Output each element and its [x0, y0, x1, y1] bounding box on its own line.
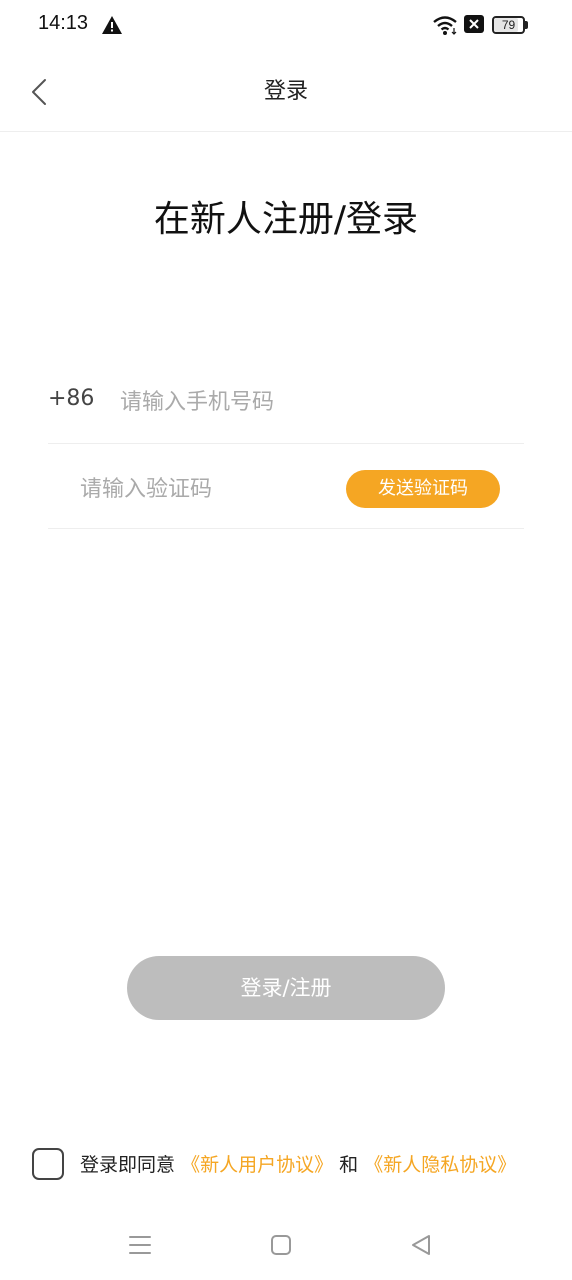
header: 登录: [0, 52, 572, 132]
phone-row: +86: [48, 360, 524, 444]
privacy-policy-link[interactable]: 《新人隐私协议》: [364, 1154, 516, 1176]
page-title: 登录: [263, 79, 308, 104]
status-time: 14:13: [38, 12, 89, 34]
back-triangle-icon[interactable]: [410, 1233, 432, 1257]
user-agreement-link[interactable]: 《新人用户协议》: [181, 1154, 333, 1176]
agree-checkbox[interactable]: [32, 1148, 64, 1180]
verification-code-row: 发送验证码: [48, 445, 524, 529]
home-icon[interactable]: [270, 1234, 292, 1256]
battery-icon: 79: [492, 16, 528, 34]
send-code-button[interactable]: 发送验证码: [346, 470, 500, 508]
agreement-row: 登录即同意 《新人用户协议》 和 《新人隐私协议》: [32, 1146, 552, 1180]
login-register-button[interactable]: 登录/注册: [127, 956, 445, 1020]
battery-level: 79: [501, 18, 516, 32]
main-title: 在新人注册/登录: [153, 199, 419, 240]
menu-icon[interactable]: [128, 1234, 152, 1256]
sim-no-service-icon: [464, 15, 484, 33]
back-button[interactable]: [20, 72, 60, 112]
chevron-left-icon: [32, 79, 46, 105]
verification-code-input[interactable]: [80, 467, 340, 511]
phone-input[interactable]: [120, 380, 500, 424]
system-nav-bar: [0, 1216, 572, 1280]
battery-cap: [525, 21, 528, 29]
agreement-joiner: 和: [339, 1154, 359, 1176]
warning-icon: [102, 16, 122, 34]
agreement-prefix: 登录即同意: [80, 1154, 176, 1176]
country-code[interactable]: +86: [48, 386, 94, 411]
status-bar: 14:13 79: [0, 0, 572, 52]
wifi-icon: [433, 16, 457, 35]
agreement-text: 登录即同意 《新人用户协议》 和 《新人隐私协议》: [80, 1150, 516, 1177]
